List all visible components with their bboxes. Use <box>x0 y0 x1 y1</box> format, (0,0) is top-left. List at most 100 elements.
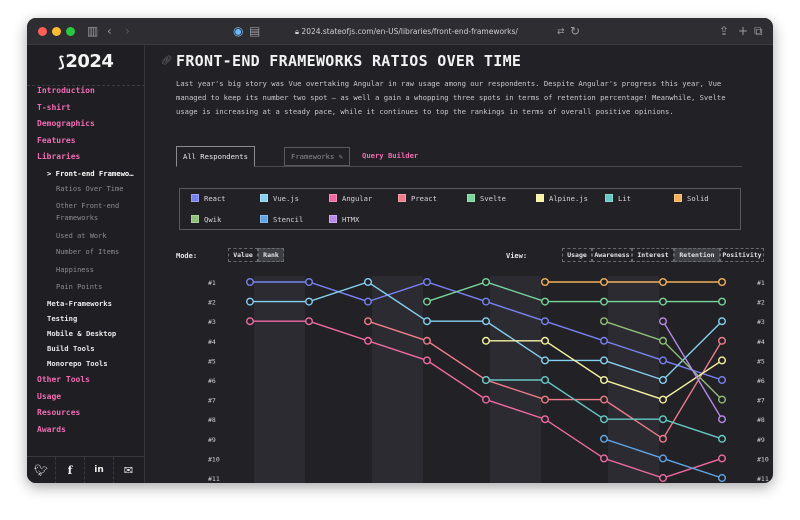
sidebar-item-meta-frameworks[interactable]: Meta-Frameworks <box>47 299 112 309</box>
series-point <box>363 317 372 326</box>
sidebar-item-frameworks[interactable]: Frameworks <box>56 213 98 223</box>
series-point <box>659 454 668 463</box>
series-point <box>541 336 550 345</box>
y-tick-right: #2 <box>757 299 765 307</box>
series-point <box>541 415 550 424</box>
series-point <box>600 395 609 404</box>
url-bar[interactable]: 🔒︎ 2024.stateofjs.com/en-US/libraries/fr… <box>259 23 554 40</box>
series-point <box>423 297 432 306</box>
series-point <box>659 474 668 483</box>
sidebar-item-features[interactable]: Features <box>37 136 76 146</box>
sidebar-item-other-tools[interactable]: Other Tools <box>37 375 90 385</box>
series-point <box>718 317 727 326</box>
y-tick-left: #1 <box>208 279 216 287</box>
year-band <box>372 276 423 483</box>
minimize-window-button[interactable] <box>52 27 61 36</box>
series-point <box>718 434 727 443</box>
series-point <box>718 297 727 306</box>
series-point <box>718 474 727 483</box>
series-point <box>363 297 372 306</box>
linkedin-icon[interactable]: in <box>85 457 114 483</box>
series-point <box>423 336 432 345</box>
series-point <box>600 415 609 424</box>
y-tick-left: #2 <box>208 299 216 307</box>
sidebar-item-ratios-over-time[interactable]: Ratios Over Time <box>56 184 123 194</box>
forward-icon[interactable]: › <box>125 23 130 39</box>
y-tick-left: #4 <box>208 338 216 346</box>
sidebar-item-pain-points[interactable]: Pain Points <box>56 282 102 292</box>
series-point <box>363 277 372 286</box>
sidebar-item-demographics[interactable]: Demographics <box>37 119 95 129</box>
series-point <box>659 415 668 424</box>
y-tick-left: #11 <box>208 475 220 483</box>
y-tick-left: #6 <box>208 377 216 385</box>
series-point <box>600 297 609 306</box>
y-tick-left: #10 <box>208 455 220 463</box>
sidebar-item-happiness[interactable]: Happiness <box>56 265 94 275</box>
series-point <box>718 277 727 286</box>
series-point <box>482 277 491 286</box>
close-window-button[interactable] <box>38 27 47 36</box>
series-point <box>423 317 432 326</box>
y-tick-right: #3 <box>757 318 765 326</box>
extension-icon[interactable]: ◉ <box>233 23 243 39</box>
series-point <box>363 336 372 345</box>
mail-icon[interactable]: ✉ <box>114 457 143 483</box>
sidebar-item-mobile-desktop[interactable]: Mobile & Desktop <box>47 329 116 339</box>
series-point <box>245 297 254 306</box>
series-point <box>482 336 491 345</box>
sidebar: ⟆2024 Introduction T-shirt Demographics Fea… <box>27 45 145 483</box>
site-logo[interactable]: ⟆2024 <box>58 51 114 72</box>
series-point <box>600 336 609 345</box>
y-tick-right: #10 <box>757 455 769 463</box>
sidebar-item-build-tools[interactable]: Build Tools <box>47 344 95 354</box>
series-point <box>600 434 609 443</box>
sidebar-item-front-end-framewo[interactable]: > Front-end Framewo… <box>47 169 134 179</box>
series-point <box>600 376 609 385</box>
zoom-window-button[interactable] <box>66 27 75 36</box>
translate-icon[interactable]: ⇄ <box>557 24 565 40</box>
sidebar-item-other-front-end[interactable]: Other Front-end <box>56 201 119 211</box>
facebook-icon[interactable]: f <box>56 457 85 483</box>
series-point <box>659 317 668 326</box>
sidebar-item-testing[interactable]: Testing <box>47 314 77 324</box>
series-point <box>482 395 491 404</box>
twitter-icon[interactable]: 🐦︎ <box>27 457 56 483</box>
tab-all-respondents[interactable]: All Respondents <box>176 146 255 167</box>
sidebar-item-libraries[interactable]: Libraries <box>37 152 80 162</box>
series-point <box>482 376 491 385</box>
browser-window: ▥ ‹ › ◉ ▤ 🔒︎ 2024.stateofjs.com/en-US/li… <box>27 18 773 483</box>
social-links: 🐦︎ f in ✉ <box>27 456 145 483</box>
share-icon[interactable]: ⇪ <box>719 23 729 39</box>
y-tick-right: #6 <box>757 377 765 385</box>
reload-icon[interactable]: ↻ <box>570 23 580 39</box>
series-point <box>541 356 550 365</box>
sidebar-item-resources[interactable]: Resources <box>37 408 80 418</box>
sidebar-item-monorepo-tools[interactable]: Monorepo Tools <box>47 359 108 369</box>
series-point <box>718 395 727 404</box>
series-point <box>541 395 550 404</box>
sidebar-item-t-shirt[interactable]: T-shirt <box>37 103 71 113</box>
series-point <box>659 434 668 443</box>
series-point <box>718 336 727 345</box>
logo-mark-icon: ⟆ <box>58 53 65 71</box>
series-point <box>423 356 432 365</box>
y-tick-right: #7 <box>757 397 765 405</box>
series-point <box>304 297 313 306</box>
series-point <box>659 356 668 365</box>
sidebar-item-introduction[interactable]: Introduction <box>37 86 95 96</box>
series-point <box>600 277 609 286</box>
sidebar-toggle-icon[interactable]: ▥ <box>87 23 98 39</box>
series-point <box>718 356 727 365</box>
y-tick-right: #8 <box>757 416 765 424</box>
tab-overview-icon[interactable]: ⧉ <box>754 23 763 39</box>
y-tick-right: #11 <box>757 475 769 483</box>
sidebar-item-number-of-items[interactable]: Number of Items <box>56 247 119 257</box>
sidebar-item-awards[interactable]: Awards <box>37 425 66 435</box>
series-point <box>659 277 668 286</box>
new-tab-icon[interactable]: + <box>738 23 748 39</box>
series-point <box>718 376 727 385</box>
back-icon[interactable]: ‹ <box>107 23 112 39</box>
sidebar-item-usage[interactable]: Usage <box>37 392 61 402</box>
sidebar-item-used-at-work[interactable]: Used at Work <box>56 231 107 241</box>
